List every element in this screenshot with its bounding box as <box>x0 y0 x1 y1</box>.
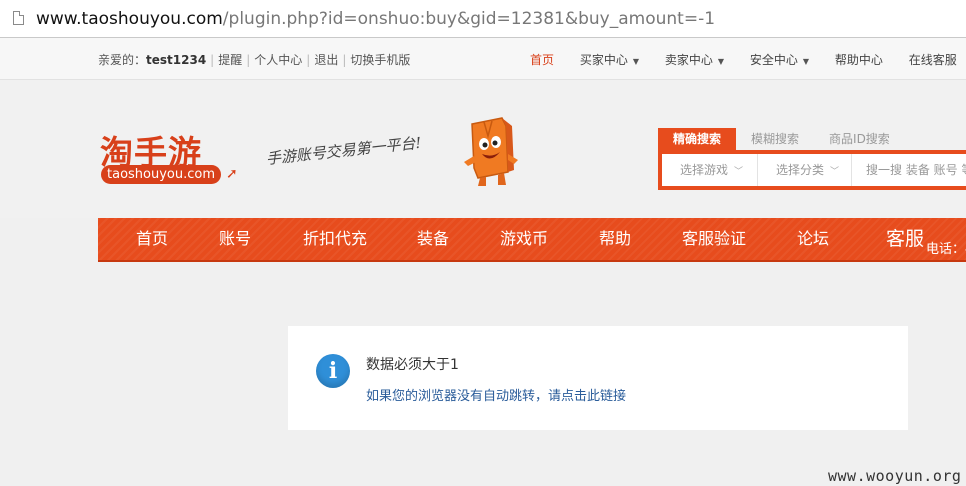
search-box: 选择游戏 ﹀ 选择分类 ﹀ 搜一搜 装备 账号 等 <box>658 150 966 190</box>
url-path: /plugin.php?id=onshuo:buy&gid=12381&buy_… <box>222 9 716 29</box>
remind-link[interactable]: 提醒 <box>218 51 242 68</box>
nav-discount-recharge[interactable]: 折扣代充 <box>303 218 367 260</box>
chevron-down-icon: ▼ <box>802 57 810 66</box>
category-select-label: 选择分类 <box>776 163 825 177</box>
nav-customer-service[interactable]: 客服 <box>886 218 924 260</box>
message-box: i 数据必须大于1 如果您的浏览器没有自动跳转，请点击此链接 <box>288 326 908 430</box>
nav-service-verify[interactable]: 客服验证 <box>682 218 746 260</box>
redirect-link[interactable]: 如果您的浏览器没有自动跳转，请点击此链接 <box>366 385 626 404</box>
search-input[interactable]: 搜一搜 装备 账号 等 <box>852 154 966 186</box>
slogan: 手游账号交易第一平台! <box>265 133 423 168</box>
personal-center-link[interactable]: 个人中心 <box>254 51 302 68</box>
chevron-down-icon: ﹀ <box>830 167 840 177</box>
watermark: www.wooyun.org <box>828 467 962 485</box>
top-menu-online-service[interactable]: 在线客服 <box>909 51 957 68</box>
nav-equipment[interactable]: 装备 <box>417 218 449 260</box>
browser-address-bar[interactable]: www.taoshouyou.com/plugin.php?id=onshuo:… <box>0 0 966 38</box>
seller-center-label: 卖家中心 <box>664 53 713 67</box>
nav-forum[interactable]: 论坛 <box>797 218 829 260</box>
mascot-image <box>464 117 518 186</box>
chevron-down-icon: ▼ <box>717 57 725 66</box>
top-menu: 首页 买家中心 ▼ 卖家中心 ▼ 安全中心 ▼ 帮助中心 在线客服 <box>530 51 966 68</box>
game-select[interactable]: 选择游戏 ﹀ <box>662 154 758 186</box>
top-menu-home[interactable]: 首页 <box>530 51 554 68</box>
username[interactable]: test1234 <box>146 53 206 67</box>
nav-home[interactable]: 首页 <box>136 218 168 260</box>
game-select-label: 选择游戏 <box>680 163 729 177</box>
main-nav: 首页 账号 折扣代充 装备 游戏币 帮助 客服验证 论坛 客服 电话：4 <box>98 218 966 262</box>
mobile-version-link[interactable]: 切换手机版 <box>350 51 410 68</box>
url-host: www.taoshouyou.com <box>36 9 223 29</box>
top-menu-seller-center[interactable]: 卖家中心 ▼ <box>665 51 724 68</box>
logout-link[interactable]: 退出 <box>314 51 338 68</box>
tab-fuzzy-search[interactable]: 模糊搜索 <box>736 128 814 150</box>
tab-product-id-search[interactable]: 商品ID搜索 <box>814 128 905 150</box>
greeting-label: 亲爱的： <box>98 53 147 67</box>
nav-help[interactable]: 帮助 <box>599 218 631 260</box>
top-menu-buyer-center[interactable]: 买家中心 ▼ <box>580 51 639 68</box>
logo-domain[interactable]: taoshouyou.com <box>101 165 222 184</box>
category-select[interactable]: 选择分类 ﹀ <box>758 154 852 186</box>
chevron-down-icon: ﹀ <box>734 167 744 177</box>
url-text[interactable]: www.taoshouyou.com/plugin.php?id=onshuo:… <box>36 8 715 30</box>
page-icon <box>13 11 24 25</box>
top-user-bar: 亲爱的：test1234 | 提醒 | 个人中心 | 退出 | 切换手机版 首页 买家中心 ▼ 卖… <box>0 38 966 80</box>
nav-account[interactable]: 账号 <box>219 218 251 260</box>
site-header: 淘手游 taoshouyou.com ➚ 手游账号交易第一平台! 精确搜索 模糊搜… <box>0 80 966 218</box>
user-links: 亲爱的：test1234 | 提醒 | 个人中心 | 退出 | 切换手机版 <box>98 51 411 68</box>
search-tabs: 精确搜索 模糊搜索 商品ID搜索 <box>658 128 905 150</box>
info-icon: i <box>316 354 350 388</box>
top-menu-security-center[interactable]: 安全中心 ▼ <box>750 51 809 68</box>
nav-game-currency[interactable]: 游戏币 <box>500 218 548 260</box>
logo-arrow-icon: ➚ <box>226 166 238 182</box>
top-menu-help-center[interactable]: 帮助中心 <box>835 51 883 68</box>
tab-exact-search[interactable]: 精确搜索 <box>658 128 737 150</box>
buyer-center-label: 买家中心 <box>579 53 628 67</box>
message-title: 数据必须大于1 <box>366 357 459 373</box>
chevron-down-icon: ▼ <box>632 57 640 66</box>
security-center-label: 安全中心 <box>749 53 798 67</box>
service-phone: 电话：4 <box>926 242 966 257</box>
